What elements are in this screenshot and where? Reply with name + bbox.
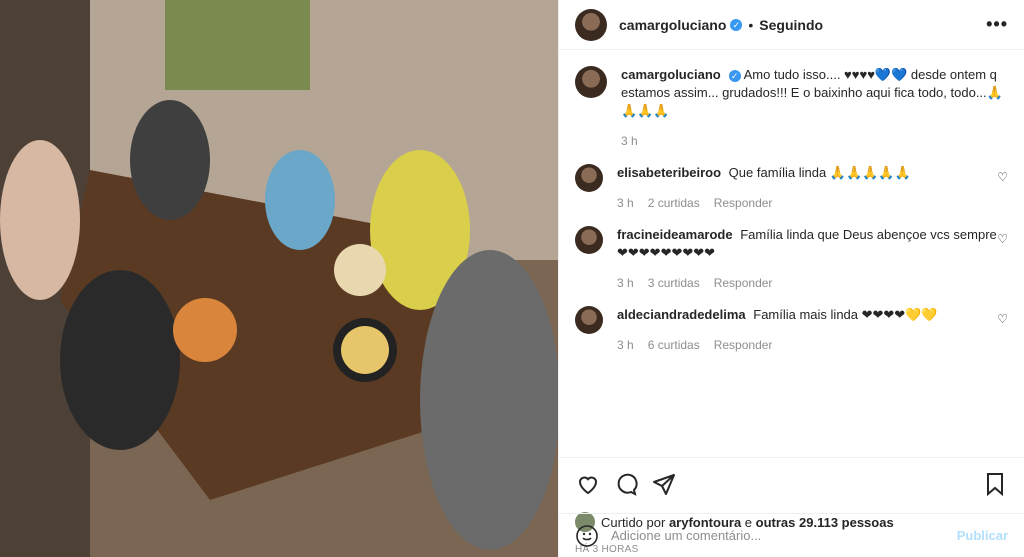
comment-likes[interactable]: 6 curtidas — [648, 338, 700, 352]
heart-icon[interactable]: ♡ — [997, 232, 1008, 246]
avatar[interactable] — [575, 226, 603, 254]
verified-icon: ✓ — [730, 18, 743, 31]
post-photo[interactable] — [0, 0, 558, 557]
comment-text: Família mais linda ❤❤❤❤💛💛 — [753, 307, 938, 322]
reply-button[interactable]: Responder — [714, 276, 773, 290]
heart-icon[interactable] — [575, 471, 601, 497]
comment-likes[interactable]: 3 curtidas — [648, 276, 700, 290]
more-options-icon[interactable]: ••• — [986, 14, 1008, 35]
comment-time[interactable]: 3 h — [617, 276, 634, 290]
reply-button[interactable]: Responder — [714, 338, 773, 352]
reply-button[interactable]: Responder — [714, 196, 773, 210]
caption: camargoluciano ✓ Amo tudo isso.... ♥♥♥♥💙💙… — [575, 66, 1008, 150]
publish-button[interactable]: Publicar — [957, 528, 1008, 543]
avatar[interactable] — [575, 164, 603, 192]
follow-state-button[interactable]: Seguindo — [759, 17, 823, 33]
bookmark-icon[interactable] — [982, 471, 1008, 497]
comment-likes[interactable]: 2 curtidas — [648, 196, 700, 210]
separator-dot: • — [748, 16, 754, 33]
list-item: fracineideamarode Família linda que Deus… — [575, 226, 1008, 292]
avatar[interactable] — [575, 66, 607, 98]
verified-icon: ✓ — [728, 69, 741, 82]
comment-time[interactable]: 3 h — [617, 196, 634, 210]
caption-username[interactable]: camargoluciano — [621, 67, 721, 82]
emoji-icon[interactable] — [575, 524, 599, 548]
avatar[interactable] — [575, 8, 607, 41]
list-item: aldeciandradedelima Família mais linda ❤… — [575, 306, 1008, 354]
photo-illustration — [0, 0, 558, 557]
comment-time[interactable]: 3 h — [617, 338, 634, 352]
caption-time[interactable]: 3 h — [621, 134, 638, 148]
comment-icon[interactable] — [613, 471, 639, 497]
heart-icon[interactable]: ♡ — [997, 170, 1008, 184]
comment-username[interactable]: fracineideamarode — [617, 227, 733, 242]
comment-username[interactable]: aldeciandradedelima — [617, 307, 746, 322]
post-dialog: camargoluciano ✓ • Seguindo ••• camargol… — [0, 0, 1024, 557]
list-item: elisabeteribeiroo Que família linda 🙏🙏🙏🙏… — [575, 164, 1008, 212]
header-username[interactable]: camargoluciano — [619, 17, 726, 33]
add-comment-bar: Adicione um comentário... Publicar — [559, 513, 1024, 557]
post-sidebar: camargoluciano ✓ • Seguindo ••• camargol… — [558, 0, 1024, 557]
avatar[interactable] — [575, 306, 603, 334]
heart-icon[interactable]: ♡ — [997, 312, 1008, 326]
post-header: camargoluciano ✓ • Seguindo ••• — [559, 0, 1024, 50]
comment-text: Que família linda 🙏🙏🙏🙏🙏 — [728, 165, 911, 180]
comment-username[interactable]: elisabeteribeiroo — [617, 165, 721, 180]
comments-list[interactable]: camargoluciano ✓ Amo tudo isso.... ♥♥♥♥💙💙… — [559, 50, 1024, 457]
comment-input[interactable]: Adicione um comentário... — [611, 528, 957, 543]
share-icon[interactable] — [651, 471, 677, 497]
